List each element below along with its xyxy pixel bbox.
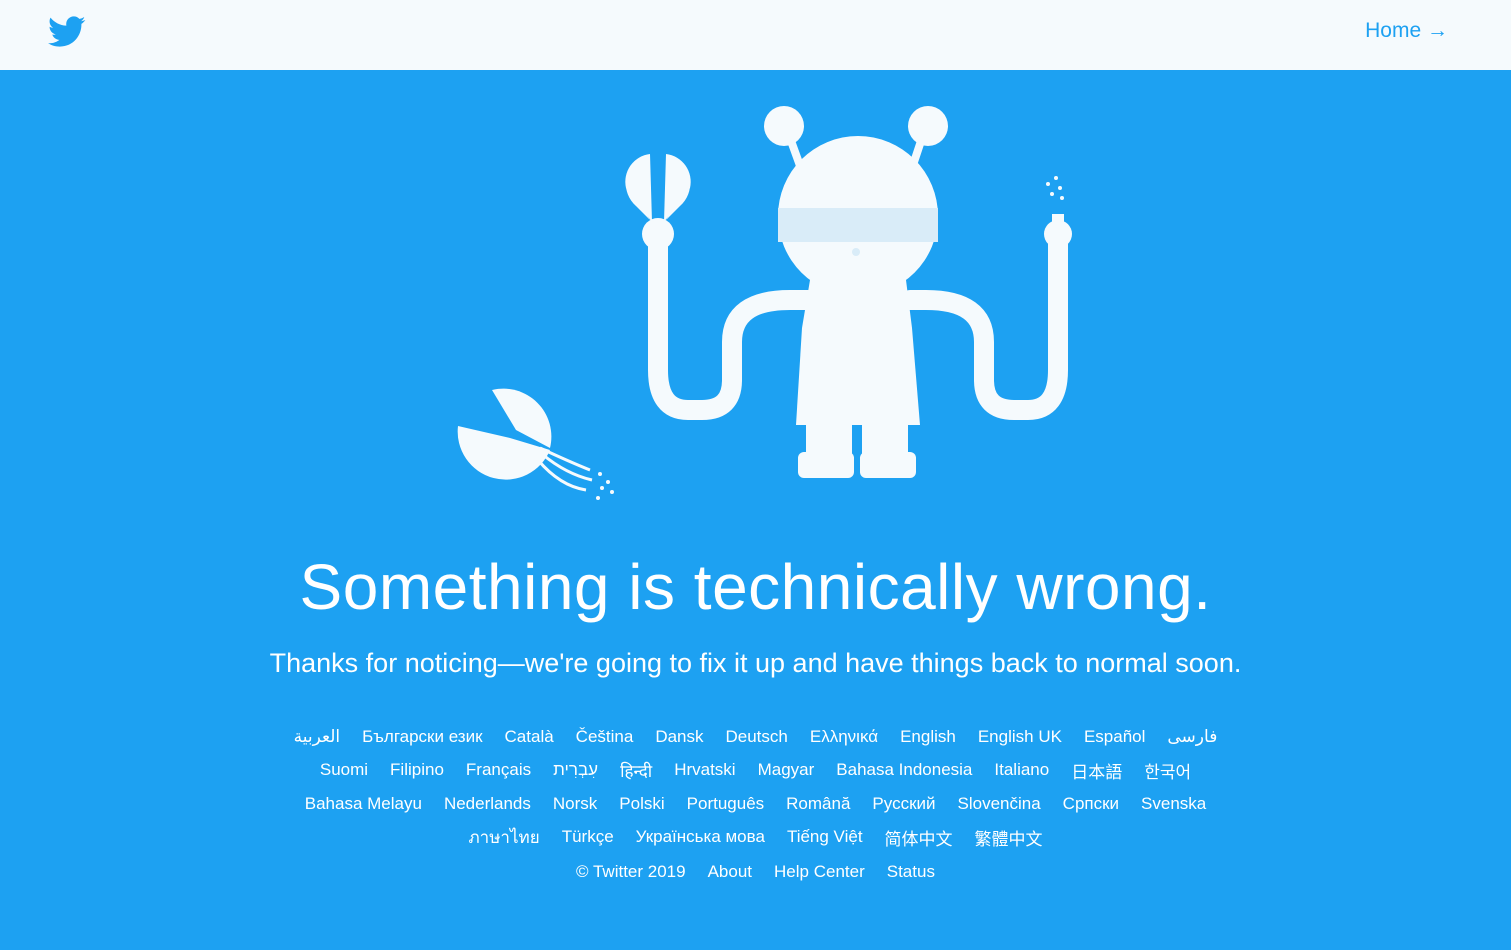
language-link[interactable]: Español [1084,727,1145,747]
language-link[interactable]: Ελληνικά [810,727,878,747]
language-link[interactable]: Svenska [1141,794,1206,814]
broken-robot-illustration [457,106,1072,500]
language-link[interactable]: Українська мова [636,827,765,847]
language-link[interactable]: فارسی [1167,727,1217,747]
error-page: Something is technically wrong. Thanks f… [0,70,1511,950]
language-link[interactable]: Română [786,794,850,814]
status-link[interactable]: Status [887,862,935,882]
language-row: Suomi Filipino Français עִבְרִית हिन्दी … [0,754,1511,788]
twitter-bird-icon[interactable] [48,16,86,48]
copyright: © Twitter 2019 [576,862,686,881]
home-link[interactable]: Home → [1365,19,1448,43]
language-link[interactable]: Slovenčina [958,794,1041,814]
language-link[interactable]: Nederlands [444,794,531,814]
language-link[interactable]: ภาษาไทย [468,824,539,851]
error-title: Something is technically wrong. [299,551,1212,623]
language-link[interactable]: עִבְרִית [553,760,598,780]
language-link[interactable]: Polski [619,794,664,814]
language-row: العربية Български език Català Čeština Da… [0,720,1511,754]
language-link[interactable]: Magyar [758,760,815,780]
language-link[interactable]: Dansk [655,727,703,747]
error-message: Thanks for noticing—we're going to fix i… [269,648,1242,678]
language-link[interactable]: 日本語 [1071,758,1122,783]
language-link[interactable]: 繁體中文 [975,825,1043,850]
language-link[interactable]: Italiano [994,760,1049,780]
language-link[interactable]: Hrvatski [674,760,735,780]
language-link[interactable]: Tiếng Việt [787,827,863,847]
language-link[interactable]: Português [687,794,765,814]
language-link[interactable]: Русский [872,794,935,814]
language-list: العربية Български език Català Čeština Da… [0,720,1511,854]
language-link[interactable]: Català [505,727,554,747]
language-link[interactable]: Deutsch [726,727,788,747]
language-link[interactable]: Français [466,760,531,780]
language-link[interactable]: 한국어 [1144,758,1191,783]
language-link[interactable]: Suomi [320,760,368,780]
language-link[interactable]: 简体中文 [885,825,953,850]
language-link[interactable]: Български език [362,727,482,747]
language-link[interactable]: Čeština [576,727,634,747]
footer: © Twitter 2019 About Help Center Status [0,862,1511,882]
about-link[interactable]: About [708,862,752,882]
language-link[interactable]: English [900,727,956,747]
help-center-link[interactable]: Help Center [774,862,865,882]
language-link[interactable]: Bahasa Melayu [305,794,422,814]
language-link[interactable]: Српски [1063,794,1119,814]
top-bar: Home → [0,0,1511,70]
language-link[interactable]: Türkçe [562,827,614,847]
language-link[interactable]: Norsk [553,794,597,814]
language-row: ภาษาไทย Türkçe Українська мова Tiếng Việ… [0,821,1511,855]
language-link[interactable]: हिन्दी [620,759,652,782]
language-link[interactable]: English UK [978,727,1062,747]
language-link[interactable]: Bahasa Indonesia [836,760,972,780]
language-link[interactable]: العربية [294,727,340,747]
language-row: Bahasa Melayu Nederlands Norsk Polski Po… [0,787,1511,821]
language-link[interactable]: Filipino [390,760,444,780]
